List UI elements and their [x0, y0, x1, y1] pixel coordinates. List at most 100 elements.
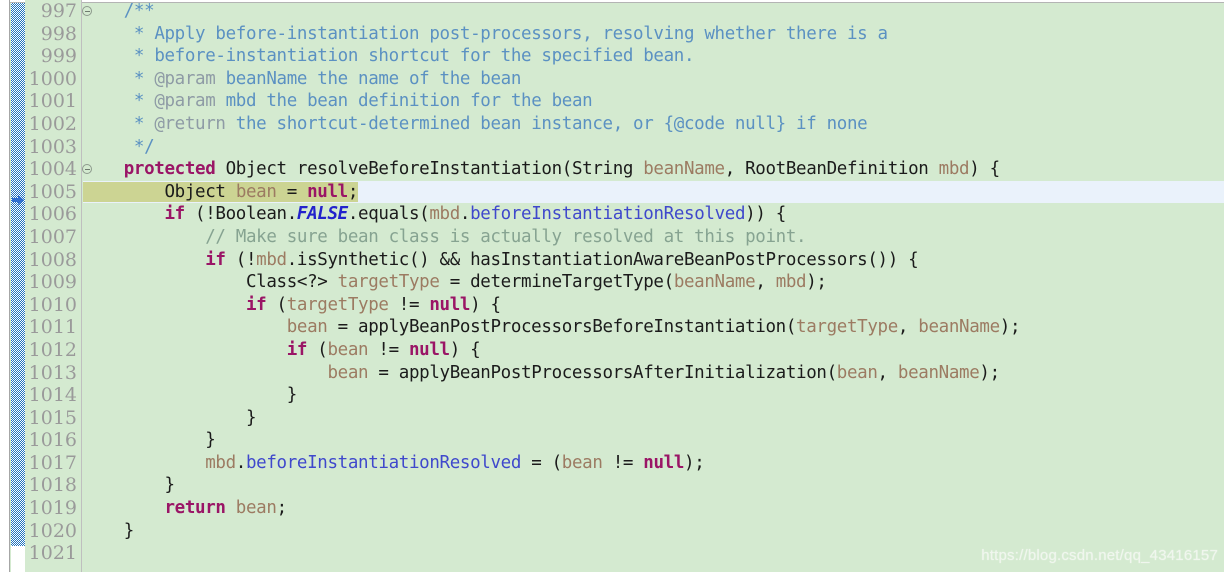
- selection-highlight: Object bean = null;: [83, 181, 358, 202]
- code-line-1011[interactable]: bean = applyBeanPostProcessorsBeforeInst…: [83, 316, 1224, 339]
- local-var-targettype: targetType: [337, 272, 440, 293]
- param-beanname: beanName: [897, 362, 980, 383]
- javadoc-text: the shortcut-determined bean instance, o…: [225, 113, 868, 134]
- code-line-1012[interactable]: if (bean != null) {: [83, 339, 1224, 362]
- brace-open: ) {: [470, 294, 501, 315]
- line-number-text: 1002: [28, 112, 77, 135]
- semicolon: );: [684, 452, 705, 473]
- line-number: 1008: [25, 249, 81, 272]
- line-number-text: 999: [40, 45, 77, 68]
- code-line-1003[interactable]: */: [83, 136, 1224, 159]
- param-targettype: targetType: [796, 317, 898, 338]
- code-line-1005-current[interactable]: Object bean = null;: [83, 180, 1224, 204]
- javadoc-tag: @return: [154, 113, 226, 134]
- code-line-1008[interactable]: if (!mbd.isSynthetic() && hasInstantiati…: [83, 249, 1224, 272]
- line-number-text: 1007: [28, 225, 77, 248]
- code-line-1017[interactable]: mbd.beforeInstantiationResolved = (bean …: [83, 452, 1224, 475]
- code-editor[interactable]: 997 998 999 1000 1001 1002 1003 1004 100…: [0, 0, 1224, 572]
- code-line-1019[interactable]: return bean;: [83, 497, 1224, 520]
- line-number: 998: [25, 23, 81, 46]
- code-line-1020[interactable]: }: [83, 520, 1224, 543]
- code-line-1013[interactable]: bean = applyBeanPostProcessorsAfterIniti…: [83, 362, 1224, 385]
- line-number: 1012: [25, 339, 81, 362]
- keyword-null: null: [408, 339, 450, 360]
- code-line-1018[interactable]: }: [83, 474, 1224, 497]
- method-equals: .equals(: [347, 204, 430, 225]
- javadoc-text: beanName the name of the bean: [215, 68, 522, 89]
- line-number-text: 1013: [28, 361, 77, 384]
- line-number-text: 1009: [28, 271, 77, 294]
- line-number: 1010: [25, 294, 81, 317]
- code-line-1000[interactable]: * @param beanName the name of the bean: [83, 68, 1224, 91]
- param-separator: , RootBeanDefinition: [724, 159, 939, 180]
- code-line-1014[interactable]: }: [83, 384, 1224, 407]
- code-line-1015[interactable]: }: [83, 407, 1224, 430]
- line-number-text: 1004: [28, 158, 77, 181]
- assign-operator: =: [276, 181, 308, 202]
- line-number-text: 1008: [28, 248, 77, 271]
- line-number-gutter[interactable]: 997 998 999 1000 1001 1002 1003 1004 100…: [25, 0, 92, 572]
- javadoc-close: */: [83, 136, 155, 157]
- brace-close: }: [83, 407, 257, 428]
- line-number: 1001: [25, 90, 81, 113]
- not-equal-operator: !=: [388, 294, 430, 315]
- brace-open: ) {: [969, 159, 1000, 180]
- code-line-1009[interactable]: Class<?> targetType = determineTargetTyp…: [83, 271, 1224, 294]
- code-line-1006[interactable]: if (!Boolean.FALSE.equals(mbd.beforeInst…: [83, 203, 1224, 226]
- line-number: 1015: [25, 407, 81, 430]
- javadoc-tag: @param: [154, 91, 216, 112]
- code-line-1010[interactable]: if (targetType != null) {: [83, 294, 1224, 317]
- local-var-bean: bean: [327, 339, 369, 360]
- change-marker-ruler[interactable]: [11, 3, 25, 546]
- editor-left-border: [0, 0, 10, 572]
- line-number-text: 1010: [28, 293, 77, 316]
- javadoc-star: *: [83, 46, 155, 67]
- paren-open: (: [307, 339, 328, 360]
- code-line-1016[interactable]: }: [83, 429, 1224, 452]
- brace-close: }: [83, 475, 175, 496]
- javadoc-star: *: [83, 68, 155, 89]
- dot: .: [459, 204, 471, 225]
- local-var-bean: bean: [327, 362, 369, 383]
- keyword-if: if: [286, 339, 308, 360]
- semicolon: );: [999, 317, 1021, 338]
- code-line-1004[interactable]: protected Object resolveBeforeInstantiat…: [83, 158, 1224, 181]
- type-class: Class<?>: [245, 272, 338, 293]
- line-number-text: 1020: [28, 519, 77, 542]
- code-line-1007[interactable]: // Make sure bean class is actually reso…: [83, 226, 1224, 249]
- expr-text: (!: [225, 249, 257, 270]
- code-line-1002[interactable]: * @return the shortcut-determined bean i…: [83, 113, 1224, 136]
- code-line-998[interactable]: * Apply before-instantiation post-proces…: [83, 23, 1224, 46]
- param-mbd: mbd: [938, 159, 970, 180]
- line-number: 1009: [25, 271, 81, 294]
- dot: .: [235, 452, 247, 473]
- line-number: 1016: [25, 429, 81, 452]
- line-number-text: 1016: [28, 429, 77, 452]
- comma: ,: [877, 362, 898, 383]
- javadoc-star: *: [83, 91, 155, 112]
- code-line-1001[interactable]: * @param mbd the bean definition for the…: [83, 90, 1224, 113]
- javadoc-text: Apply before-instantiation post-processo…: [154, 23, 888, 44]
- code-line-999[interactable]: * before-instantiation shortcut for the …: [83, 45, 1224, 68]
- line-number-current: 1005: [25, 181, 81, 204]
- semicolon: ;: [276, 498, 288, 519]
- method-applybeanpostprocessorsafterinitialization: = applyBeanPostProcessorsAfterInitializa…: [368, 362, 837, 383]
- field-beforeinstantiationresolved: beforeInstantiationResolved: [245, 452, 522, 473]
- csdn-watermark: https://blog.csdn.net/qq_43416157: [981, 547, 1218, 564]
- line-number-text: 1000: [28, 67, 77, 90]
- code-text-area[interactable]: /** * Apply before-instantiation post-pr…: [83, 0, 1224, 572]
- javadoc-text: mbd the bean definition for the bean: [215, 91, 593, 112]
- code-line-997[interactable]: /**: [83, 0, 1224, 23]
- method-applybeanpostprocessorsbeforeinstantiation: = applyBeanPostProcessorsBeforeInstantia…: [327, 317, 797, 338]
- line-number-text: 1018: [28, 474, 77, 497]
- line-number-text: 1021: [28, 542, 77, 565]
- param-beanname: beanName: [673, 272, 756, 293]
- javadoc-open: /**: [83, 1, 155, 21]
- local-var-bean: bean: [286, 317, 328, 338]
